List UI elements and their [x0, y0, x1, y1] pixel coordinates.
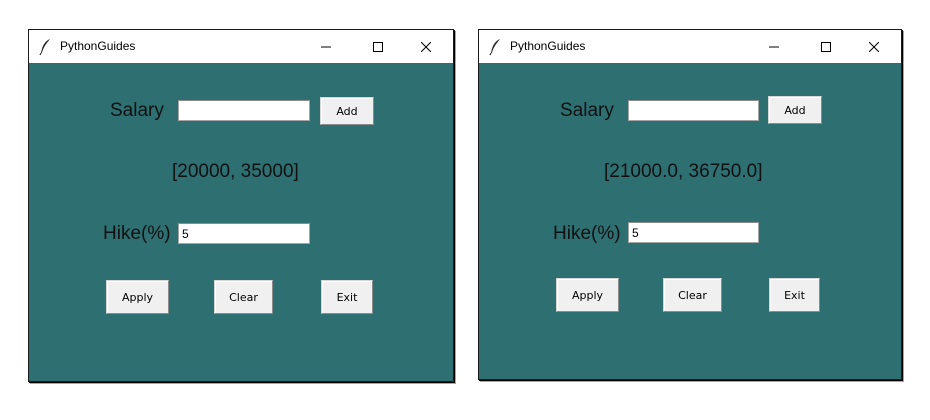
app-window-left: PythonGuides Salary Add [20000, 35000] H… [28, 29, 454, 382]
hike-label: Hike(%) [553, 223, 621, 244]
apply-button[interactable]: Apply [106, 280, 169, 314]
maximize-button[interactable] [355, 30, 401, 63]
maximize-icon [821, 41, 831, 52]
feather-icon [489, 39, 500, 56]
feather-icon [39, 39, 50, 56]
hike-label: Hike(%) [103, 223, 171, 244]
app-window-right: PythonGuides Salary Add [21000.0, 36750.… [478, 29, 902, 380]
maximize-icon [373, 41, 383, 52]
window-title: PythonGuides [510, 39, 586, 53]
hike-input[interactable] [178, 223, 310, 244]
minimize-button[interactable] [751, 30, 797, 63]
clear-button[interactable]: Clear [663, 278, 722, 312]
add-button[interactable]: Add [320, 97, 374, 125]
close-button[interactable] [851, 30, 897, 63]
titlebar[interactable]: PythonGuides [479, 30, 901, 63]
salary-input[interactable] [178, 100, 310, 121]
close-button[interactable] [403, 30, 449, 63]
close-icon [421, 41, 431, 52]
minimize-icon [769, 46, 779, 47]
minimize-button[interactable] [303, 30, 349, 63]
salary-label: Salary [560, 100, 614, 121]
salary-input[interactable] [628, 100, 759, 121]
titlebar[interactable]: PythonGuides [29, 30, 453, 63]
exit-button[interactable]: Exit [321, 280, 373, 314]
window-title: PythonGuides [60, 39, 136, 53]
apply-button[interactable]: Apply [556, 278, 619, 312]
minimize-icon [321, 46, 331, 47]
salary-label: Salary [110, 100, 164, 121]
exit-button[interactable]: Exit [769, 278, 820, 312]
salary-list-output: [21000.0, 36750.0] [604, 161, 763, 182]
close-icon [869, 41, 879, 52]
maximize-button[interactable] [803, 30, 849, 63]
salary-list-output: [20000, 35000] [172, 161, 299, 182]
hike-input[interactable] [628, 222, 759, 243]
clear-button[interactable]: Clear [214, 280, 273, 314]
add-button[interactable]: Add [768, 96, 822, 124]
